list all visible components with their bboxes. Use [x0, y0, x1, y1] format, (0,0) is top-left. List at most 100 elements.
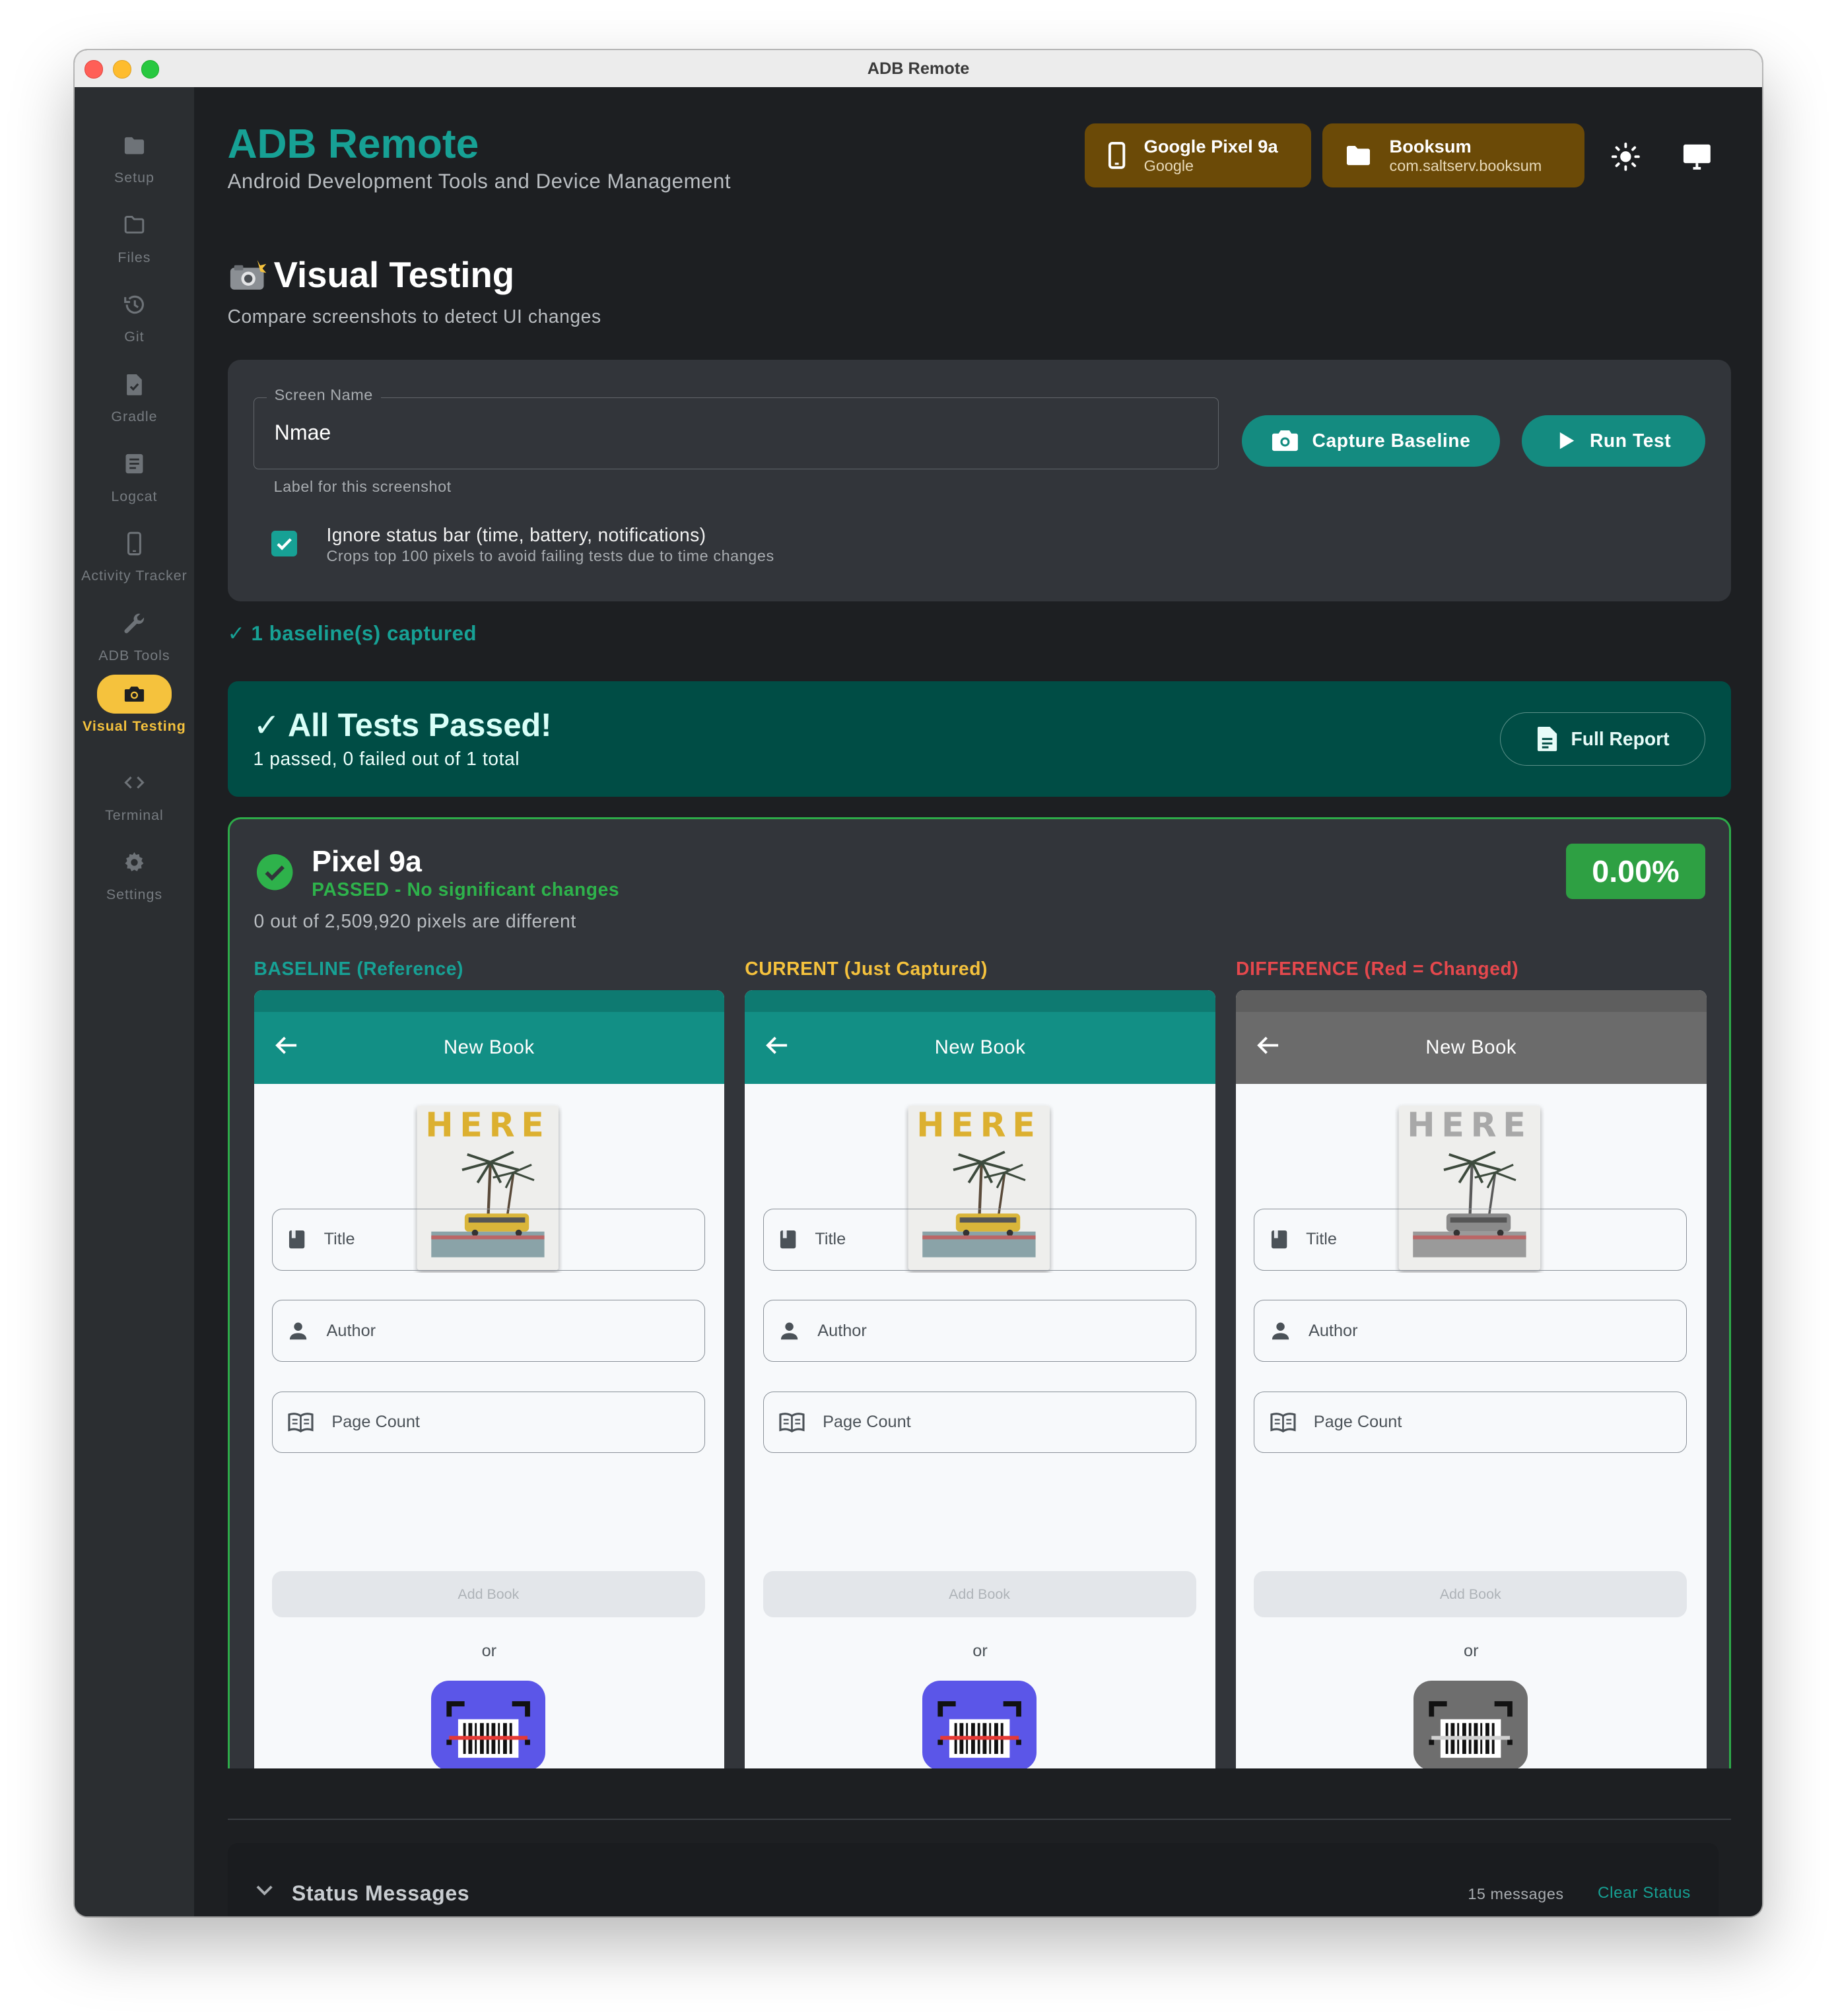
device-input-field: Title	[763, 1209, 1196, 1271]
barcode-scan-icon	[431, 1680, 546, 1768]
device-or-text: or	[1464, 1642, 1479, 1661]
sidebar-item-label: Setup	[114, 169, 154, 185]
chevron-down-icon[interactable]	[255, 1884, 273, 1897]
ignore-status-bar-label: Ignore status bar (time, battery, notifi…	[326, 524, 706, 546]
summary-subtitle: 1 passed, 0 failed out of 1 total	[253, 748, 520, 770]
full-report-label: Full Report	[1571, 727, 1670, 749]
screen-name-input[interactable]	[274, 397, 1174, 467]
gear-icon	[108, 846, 160, 879]
person-icon	[290, 1322, 307, 1340]
run-test-button[interactable]: Run Test	[1522, 415, 1706, 467]
app-window: ADB Remote Setup Files Git Gradle Logcat…	[74, 50, 1763, 1916]
baseline-column-label: BASELINE (Reference)	[254, 958, 464, 980]
device-app-bar: New Book	[745, 1012, 1215, 1085]
phone-icon	[1108, 142, 1126, 169]
device-input-label: Page Count	[1313, 1412, 1402, 1431]
device-input-field: Title	[271, 1209, 705, 1271]
sidebar-item-label: Git	[124, 329, 145, 345]
current-column-label: CURRENT (Just Captured)	[745, 958, 988, 980]
device-input-field: Page Count	[763, 1391, 1196, 1453]
device-add-book-button: Add Book	[271, 1571, 705, 1618]
svg-text:HERE: HERE	[425, 1106, 550, 1145]
screen-name-helper: Label for this screenshot	[273, 478, 452, 496]
diff-percentage-badge: 0.00%	[1566, 844, 1705, 899]
sidebar-item-setup[interactable]: Setup	[75, 129, 194, 206]
app-title: ADB Remote	[227, 121, 479, 167]
device-input-field: Author	[763, 1300, 1196, 1362]
sidebar-item-gradle[interactable]: Gradle	[75, 368, 194, 445]
device-input-label: Title	[323, 1230, 355, 1249]
sidebar-item-adb-tools[interactable]: ADB Tools	[75, 607, 194, 684]
sidebar-item-git[interactable]: Git	[75, 288, 194, 365]
folder-filled-icon	[108, 129, 160, 162]
phone-icon	[108, 527, 160, 560]
title-bar: ADB Remote	[74, 50, 1763, 88]
sidebar-item-terminal[interactable]: Terminal	[75, 766, 194, 843]
window-controls	[85, 60, 160, 79]
open-book-icon	[288, 1412, 314, 1432]
run-test-label: Run Test	[1589, 430, 1672, 452]
difference-column-label: DIFFERENCE (Red = Changed)	[1235, 958, 1519, 980]
theme-toggle-sun-icon[interactable]	[1608, 139, 1645, 175]
full-report-button[interactable]: Full Report	[1499, 712, 1706, 766]
status-messages-panel[interactable]: Status Messages 15 messages Clear Status	[227, 1842, 1719, 1916]
sidebar: Setup Files Git Gradle Logcat Activity T…	[74, 87, 194, 1916]
bookmark-icon	[289, 1230, 305, 1249]
sidebar-item-settings[interactable]: Settings	[75, 846, 194, 923]
sidebar-item-logcat[interactable]: Logcat	[75, 448, 194, 525]
summary-title: ✓ All Tests Passed!	[253, 707, 552, 743]
barcode-scan-icon	[1413, 1680, 1528, 1768]
back-arrow-icon	[766, 1036, 788, 1054]
camera-icon	[96, 675, 172, 714]
open-book-icon	[1270, 1412, 1296, 1432]
back-arrow-icon	[1257, 1036, 1279, 1054]
device-add-book-button: Add Book	[1254, 1571, 1687, 1618]
capture-baseline-button[interactable]: Capture Baseline	[1241, 415, 1500, 467]
ignore-status-bar-hint: Crops top 100 pixels to avoid failing te…	[326, 547, 774, 565]
device-input-label: Page Count	[331, 1412, 420, 1431]
page-title-text: Visual Testing	[273, 255, 515, 296]
capture-baseline-label: Capture Baseline	[1312, 430, 1471, 452]
device-input-label: Author	[326, 1321, 376, 1340]
device-input-label: Author	[817, 1321, 867, 1340]
close-window-button[interactable]	[85, 60, 103, 79]
screen-name-field[interactable]: Screen Name	[253, 386, 1219, 469]
ignore-status-bar-checkbox[interactable]	[271, 531, 297, 556]
device-status-bar	[745, 990, 1215, 1013]
sidebar-item-label: Activity Tracker	[81, 568, 187, 584]
sidebar-item-activity-tracker[interactable]: Activity Tracker	[75, 527, 194, 604]
monitor-icon[interactable]	[1679, 139, 1715, 175]
device-app-bar-title: New Book	[934, 1037, 1026, 1059]
device-input-label: Author	[1308, 1321, 1358, 1340]
maximize-window-button[interactable]	[141, 60, 160, 79]
result-status: PASSED - No significant changes	[312, 878, 620, 900]
clear-status-button[interactable]: Clear Status	[1598, 1884, 1691, 1902]
file-check-icon	[108, 368, 160, 401]
svg-text:HERE: HERE	[1408, 1106, 1532, 1145]
device-input-label: Title	[815, 1230, 846, 1249]
result-pixel-count: 0 out of 2,509,920 pixels are different	[254, 910, 576, 932]
device-input-field: Author	[271, 1300, 705, 1362]
sidebar-item-label: ADB Tools	[98, 648, 170, 664]
baseline-status: ✓ 1 baseline(s) captured	[227, 622, 477, 646]
device-app-bar-title: New Book	[1425, 1037, 1517, 1059]
person-icon	[780, 1322, 798, 1340]
sidebar-item-label: Visual Testing	[83, 718, 186, 735]
sidebar-item-visual-testing[interactable]: Visual Testing	[75, 675, 194, 752]
check-icon	[276, 538, 292, 551]
current-screenshot: New Book HERE Title Author Page Count Add B…	[745, 990, 1215, 1768]
device-or-text: or	[972, 1642, 988, 1661]
sidebar-item-files[interactable]: Files	[75, 208, 194, 285]
sidebar-item-label: Settings	[106, 887, 162, 903]
device-input-field: Page Count	[271, 1391, 705, 1453]
list-doc-icon	[108, 448, 160, 481]
project-chip[interactable]: Booksum com.saltserv.booksum	[1322, 123, 1585, 188]
device-add-book-button: Add Book	[763, 1571, 1196, 1618]
test-summary-banner: ✓ All Tests Passed! 1 passed, 0 failed o…	[227, 681, 1732, 797]
minimize-window-button[interactable]	[113, 60, 131, 79]
device-chip[interactable]: Google Pixel 9a Google	[1085, 123, 1311, 188]
difference-screenshot: New Book HERE Title Author Page Count Add B…	[1235, 990, 1707, 1768]
bookmark-icon	[780, 1230, 796, 1249]
status-message-count: 15 messages	[1468, 1885, 1564, 1903]
capture-form-card: Screen Name Label for this screenshot Ca…	[227, 360, 1732, 602]
